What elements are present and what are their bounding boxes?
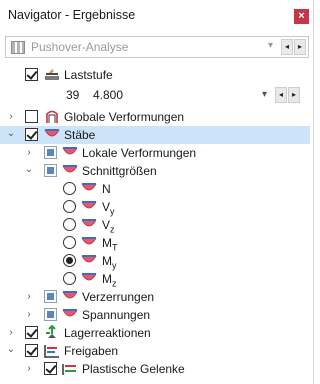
plastic-hinges-label: Plastische Gelenke bbox=[82, 362, 185, 376]
radio-mz[interactable] bbox=[63, 272, 76, 285]
previous-loadstep-button[interactable]: ◂ bbox=[275, 87, 287, 103]
global-deformations-checkbox[interactable] bbox=[25, 110, 38, 123]
tree-item-loadstep[interactable]: Laststufe bbox=[0, 66, 314, 84]
support-reactions-checkbox[interactable] bbox=[25, 326, 38, 339]
member-result-icon bbox=[62, 291, 78, 299]
local-deformations-checkbox[interactable] bbox=[44, 146, 57, 159]
tree-item-plastic-hinges[interactable]: › Plastische Gelenke bbox=[0, 360, 314, 378]
radio-vy[interactable] bbox=[63, 200, 76, 213]
tree-item-stresses[interactable]: › Spannungen bbox=[0, 306, 314, 324]
member-result-icon bbox=[62, 165, 78, 173]
window-title: Navigator - Ergebnisse bbox=[8, 8, 136, 22]
navigator-results-panel: Navigator - Ergebnisse × Pushover-Analys… bbox=[0, 0, 314, 384]
local-deformations-label: Lokale Verformungen bbox=[82, 146, 197, 160]
loadstep-selector[interactable]: 39 4.800 ▾ ◂ ▸ bbox=[0, 85, 314, 105]
radio-vz[interactable] bbox=[63, 218, 76, 231]
member-result-icon bbox=[62, 309, 78, 317]
member-result-icon bbox=[81, 273, 97, 281]
global-deformations-label: Globale Verformungen bbox=[64, 110, 185, 124]
collapse-arrow-icon[interactable]: ⌄ bbox=[24, 165, 34, 175]
member-result-icon bbox=[44, 129, 60, 137]
deformation-icon bbox=[46, 110, 58, 123]
expand-arrow-icon[interactable]: › bbox=[6, 328, 16, 338]
expand-arrow-icon[interactable]: › bbox=[24, 310, 34, 320]
force-label: N bbox=[102, 182, 111, 196]
next-loadcase-button[interactable]: ▸ bbox=[294, 39, 306, 55]
members-label: Stäbe bbox=[64, 128, 96, 142]
stresses-checkbox[interactable] bbox=[44, 308, 57, 321]
strains-checkbox[interactable] bbox=[44, 290, 57, 303]
expand-arrow-icon[interactable]: › bbox=[6, 112, 16, 122]
radio-item-vz[interactable]: Vz bbox=[0, 216, 314, 234]
force-label: Vy bbox=[102, 200, 115, 217]
loadstep-label: Laststufe bbox=[64, 68, 113, 82]
close-button[interactable]: × bbox=[294, 9, 309, 24]
tree-item-support-reactions[interactable]: › Lagerreaktionen bbox=[0, 324, 314, 342]
loadcase-selected: Pushover-Analyse bbox=[31, 40, 129, 54]
expand-arrow-icon[interactable]: › bbox=[24, 148, 34, 158]
previous-loadcase-button[interactable]: ◂ bbox=[281, 39, 293, 55]
radio-item-n[interactable]: N bbox=[0, 180, 314, 198]
loadstep-value: 4.800 bbox=[93, 88, 124, 102]
collapse-arrow-icon[interactable]: ⌄ bbox=[6, 129, 16, 139]
releases-label: Freigaben bbox=[64, 344, 119, 358]
tree-item-global-deformations[interactable]: › Globale Verformungen bbox=[0, 108, 314, 126]
members-checkbox[interactable] bbox=[25, 128, 38, 141]
member-result-icon bbox=[81, 255, 97, 263]
title-bar: Navigator - Ergebnisse × bbox=[0, 0, 314, 34]
pushover-icon bbox=[11, 41, 25, 54]
support-reactions-label: Lagerreaktionen bbox=[64, 326, 151, 340]
releases-checkbox[interactable] bbox=[25, 344, 38, 357]
support-reaction-icon bbox=[46, 325, 56, 338]
member-result-icon bbox=[62, 147, 78, 155]
force-label: MT bbox=[102, 236, 118, 253]
chevron-down-icon[interactable]: ▾ bbox=[268, 40, 273, 51]
radio-n[interactable] bbox=[63, 182, 76, 195]
member-result-icon bbox=[81, 201, 97, 209]
expand-arrow-icon[interactable]: › bbox=[24, 292, 34, 302]
member-result-icon bbox=[81, 219, 97, 227]
strains-label: Verzerrungen bbox=[82, 290, 155, 304]
expand-arrow-icon[interactable]: › bbox=[24, 364, 34, 374]
radio-my[interactable] bbox=[63, 254, 76, 267]
tree-item-members[interactable]: ⌄ Stäbe bbox=[0, 126, 310, 144]
member-result-icon bbox=[81, 183, 97, 191]
loadcase-dropdown[interactable]: Pushover-Analyse ▾ ◂ ▸ bbox=[5, 36, 309, 58]
radio-item-mz[interactable]: Mz bbox=[0, 270, 314, 288]
internal-forces-label: Schnittgrößen bbox=[82, 164, 157, 178]
tree-item-strains[interactable]: › Verzerrungen bbox=[0, 288, 314, 306]
plastic-hinges-checkbox[interactable] bbox=[44, 362, 57, 375]
plastic-hinge-icon bbox=[62, 364, 76, 375]
radio-item-mt[interactable]: MT bbox=[0, 234, 314, 252]
force-label: Mz bbox=[102, 272, 117, 289]
stresses-label: Spannungen bbox=[82, 308, 151, 322]
radio-item-vy[interactable]: Vy bbox=[0, 198, 314, 216]
chevron-down-icon[interactable]: ▾ bbox=[262, 85, 267, 105]
radio-mt[interactable] bbox=[63, 236, 76, 249]
next-loadstep-button[interactable]: ▸ bbox=[288, 87, 300, 103]
radio-item-my[interactable]: My bbox=[0, 252, 314, 270]
collapse-arrow-icon[interactable]: ⌄ bbox=[6, 345, 16, 355]
release-icon bbox=[44, 345, 59, 358]
force-label: Vz bbox=[102, 218, 115, 235]
member-result-icon bbox=[81, 237, 97, 245]
tree-item-releases[interactable]: ⌄ Freigaben bbox=[0, 342, 314, 360]
force-label: My bbox=[102, 254, 117, 271]
internal-forces-checkbox[interactable] bbox=[44, 164, 57, 177]
tree-item-local-deformations[interactable]: › Lokale Verformungen bbox=[0, 144, 314, 162]
loadstep-number: 39 bbox=[66, 88, 80, 102]
loadstep-icon bbox=[45, 69, 59, 80]
tree-item-internal-forces[interactable]: ⌄ Schnittgrößen bbox=[0, 162, 314, 180]
loadstep-checkbox[interactable] bbox=[25, 68, 38, 81]
